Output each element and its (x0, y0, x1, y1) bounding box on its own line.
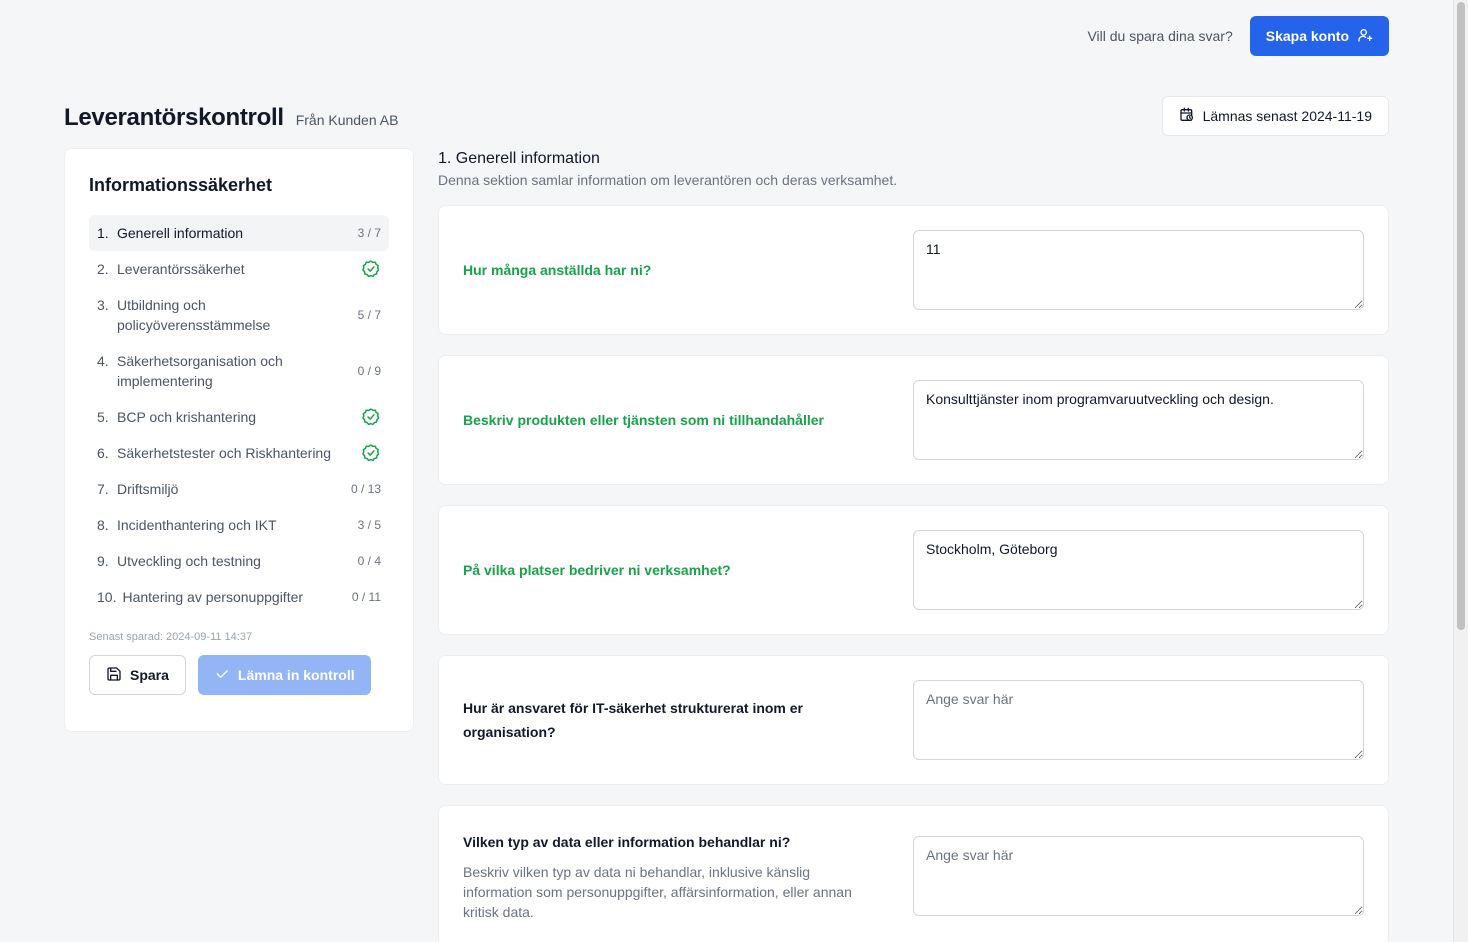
sidebar-title: Informationssäkerhet (89, 175, 273, 195)
sidebar-item-label: Generell information (117, 225, 244, 241)
completed-check-icon (361, 443, 381, 463)
sidebar-item-label: Driftsmiljö (117, 481, 179, 497)
question-card: Beskriv produkten eller tjänsten som ni … (438, 355, 1389, 485)
question-list: Hur många anställda har ni? Beskriv prod… (438, 205, 1389, 942)
submit-button-label: Lämna in kontroll (237, 667, 355, 683)
answer-field[interactable] (913, 680, 1364, 760)
save-prompt: Vill du spara dina svar? (1087, 28, 1233, 44)
sidebar-item-number: 6. (97, 445, 109, 461)
progress-count: 0 / 4 (357, 554, 381, 568)
sidebar-item-number: 9. (97, 553, 109, 569)
question-label: Beskriv produkten eller tjänsten som ni … (463, 412, 824, 428)
sidebar-item-number: 3. (97, 297, 109, 313)
sidebar-item-label: Leverantörssäkerhet (117, 261, 245, 277)
main-content: 1. Generell information Denna sektion sa… (438, 150, 1389, 942)
topbar: Vill du spara dina svar? Skapa konto (1087, 16, 1389, 56)
create-account-label: Skapa konto (1265, 28, 1349, 44)
deadline-text: Lämnas senast 2024-11-19 (1202, 108, 1372, 124)
answer-field[interactable] (913, 380, 1364, 460)
sidebar-item-utveckling[interactable]: 9. Utveckling och testning 0 / 4 (89, 543, 389, 579)
sidebar: Informationssäkerhet 1. Generell informat… (64, 148, 414, 732)
sidebar-item-bcp[interactable]: 5. BCP och krishantering (89, 399, 389, 435)
sidebar-item-personuppgifter[interactable]: 10. Hantering av personuppgifter 0 / 11 (89, 579, 389, 615)
sidebar-item-label: Utveckling och testning (117, 553, 261, 569)
sidebar-item-label: Utbildning och policyöverensstämmelse (117, 297, 271, 333)
sidebar-item-number: 1. (97, 225, 109, 241)
question-card: Vilken typ av data eller information beh… (438, 805, 1389, 942)
question-card: Hur är ansvaret för IT-säkerhet struktur… (438, 655, 1389, 785)
calendar-clock-icon (1179, 107, 1195, 126)
submit-button[interactable]: Lämna in kontroll (197, 655, 371, 695)
sidebar-item-label: Incidenthantering och IKT (117, 517, 277, 533)
sidebar-item-label: BCP och krishantering (117, 409, 257, 425)
sidebar-item-generell-information[interactable]: 1. Generell information 3 / 7 (89, 215, 389, 251)
sidebar-item-number: 10. (97, 589, 117, 605)
progress-count: 0 / 11 (351, 590, 381, 604)
check-icon (214, 666, 230, 685)
sidebar-item-incidenthantering[interactable]: 8. Incidenthantering och IKT 3 / 5 (89, 507, 389, 543)
sidebar-item-number: 7. (97, 481, 109, 497)
save-button-label: Spara (130, 667, 169, 683)
progress-count: 3 / 5 (357, 518, 381, 532)
sidebar-item-sakerhetstester[interactable]: 6. Säkerhetstester och Riskhantering (89, 435, 389, 471)
section-title: 1. Generell information (438, 150, 600, 167)
completed-check-icon (361, 259, 381, 279)
answer-field[interactable] (913, 530, 1364, 610)
sidebar-item-number: 5. (97, 409, 109, 425)
sidebar-item-label: Hantering av personuppgifter (122, 589, 304, 605)
question-card: På vilka platser bedriver ni verksamhet? (438, 505, 1389, 635)
sidebar-item-leverantorssakerhet[interactable]: 2. Leverantörssäkerhet (89, 251, 389, 287)
answer-field[interactable] (913, 836, 1364, 916)
page-subtitle: Från Kunden AB (295, 112, 399, 128)
page-title: Leverantörskontroll (64, 104, 284, 131)
question-card: Hur många anställda har ni? (438, 205, 1389, 335)
progress-count: 0 / 13 (350, 482, 381, 496)
last-saved-text: Senast sparad: 2024-09-11 14:37 (89, 631, 253, 643)
question-label: På vilka platser bedriver ni verksamhet? (463, 562, 731, 578)
question-label: Vilken typ av data eller information beh… (463, 834, 791, 850)
progress-count: 3 / 7 (357, 226, 381, 240)
question-help-text: Beskriv vilken typ av data ni behandlar,… (463, 864, 852, 920)
sidebar-item-number: 2. (97, 261, 109, 277)
sidebar-item-label: Säkerhetstester och Riskhantering (117, 445, 331, 461)
page-scrollbar[interactable] (1453, 0, 1468, 942)
sidebar-item-utbildning[interactable]: 3. Utbildning och policyöverensstämmelse … (89, 287, 389, 343)
user-plus-icon (1357, 27, 1373, 46)
question-label: Hur många anställda har ni? (463, 262, 652, 278)
sidebar-item-number: 4. (97, 353, 109, 369)
page-header: Leverantörskontroll Från Kunden AB (64, 104, 398, 132)
save-button[interactable]: Spara (89, 655, 186, 695)
scrollbar-thumb[interactable] (1457, 2, 1465, 630)
section-description: Denna sektion samlar information om leve… (438, 172, 898, 188)
save-icon (106, 666, 122, 685)
sidebar-item-number: 8. (97, 517, 109, 533)
question-label: Hur är ansvaret för IT-säkerhet struktur… (463, 700, 804, 740)
sidebar-actions: Spara Lämna in kontroll (89, 655, 389, 695)
sidebar-item-driftsmiljo[interactable]: 7. Driftsmiljö 0 / 13 (89, 471, 389, 507)
create-account-button[interactable]: Skapa konto (1249, 16, 1389, 56)
sidebar-item-sakerhetsorganisation[interactable]: 4. Säkerhetsorganisation och implementeri… (89, 343, 389, 399)
sidebar-item-label: Säkerhetsorganisation och implementering (117, 353, 283, 389)
progress-count: 5 / 7 (357, 308, 381, 322)
section-nav: 1. Generell information 3 / 7 2. Leverantö… (89, 215, 389, 615)
deadline-badge: Lämnas senast 2024-11-19 (1161, 96, 1389, 136)
progress-count: 0 / 9 (357, 364, 381, 378)
completed-check-icon (361, 407, 381, 427)
answer-field[interactable] (913, 230, 1364, 310)
